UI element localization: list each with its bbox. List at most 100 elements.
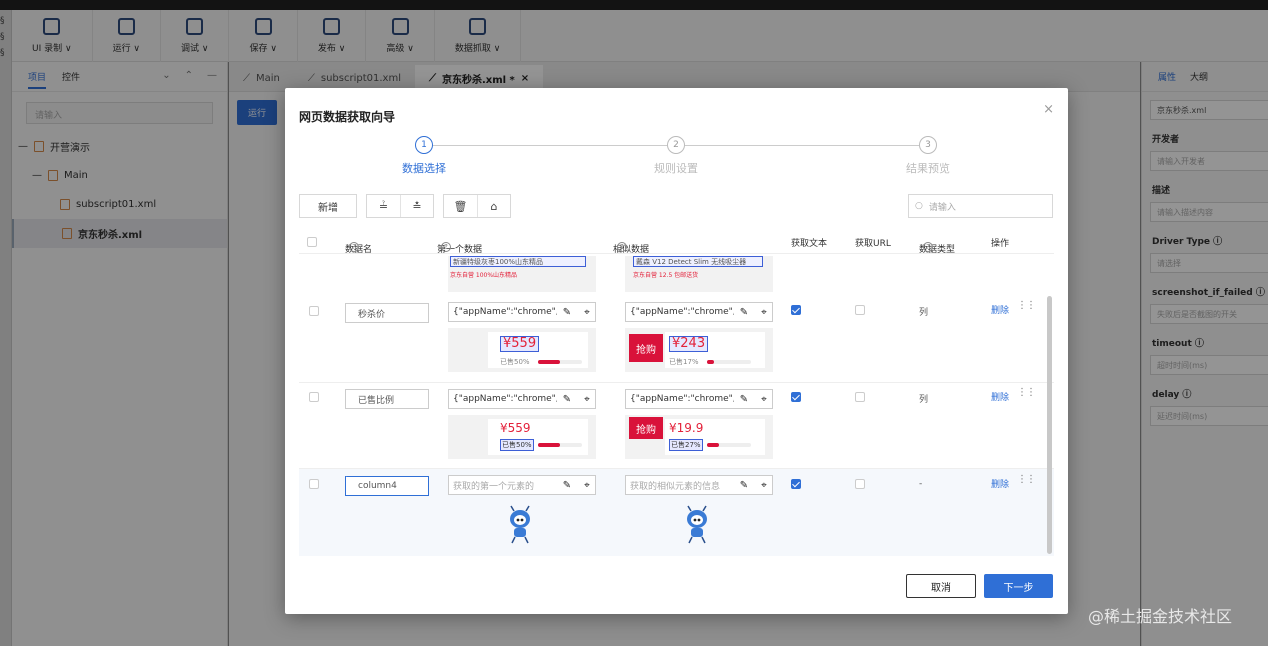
trash-icon[interactable]: 🗑 <box>444 195 477 217</box>
data-name-input[interactable]: 已售比例 <box>345 389 429 409</box>
drag-handle-icon[interactable]: ⋮⋮ <box>1017 474 1036 485</box>
product-card: ¥243 已售17% <box>665 332 765 368</box>
similar-data-preview: 戴森 V12 Detect Slim 无线吸尘器 京东自营 12.5 包邮送货 <box>625 256 773 292</box>
add-row-button[interactable]: 新增 <box>299 194 357 218</box>
clear-icon[interactable]: ⌂ <box>477 195 510 217</box>
delete-link[interactable]: 删除 <box>991 390 1009 403</box>
preview-subtitle: 京东自营 12.5 包邮送货 <box>633 272 699 279</box>
drag-handle-icon[interactable]: ⋮⋮ <box>1017 387 1036 398</box>
row-checkbox[interactable] <box>309 479 319 489</box>
preview-subtitle: 京东自营 100%山东精品 <box>450 272 518 279</box>
similar-data-input[interactable]: 获取的相似元素的信息 ✎ ⌖ <box>625 475 773 495</box>
edit-icon[interactable]: ✎ <box>559 478 575 492</box>
similar-data-placeholder: 获取的相似元素的信息 <box>630 481 721 492</box>
sold-label: 已售50% <box>500 439 534 451</box>
first-data-input[interactable]: 获取的第一个元素的 ✎ ⌖ <box>448 475 596 495</box>
help-icon[interactable]: ? <box>441 242 451 252</box>
edit-icon[interactable]: ✎ <box>736 478 752 492</box>
wizard-steps: 1 2 3 数据选择 规则设置 结果预览 <box>285 136 1068 176</box>
dialog-title: 网页数据获取向导 <box>299 110 396 124</box>
move-up-icon[interactable]: ≟ <box>367 195 400 217</box>
search-icon: ○ <box>915 201 923 211</box>
similar-data-input[interactable]: {"appName":"chrome", ✎ ⌖ <box>625 389 773 409</box>
dialog-search-input[interactable]: ○ 请输入 <box>908 194 1053 218</box>
crosshair-icon[interactable]: ⌖ <box>756 305 772 319</box>
table-row: 秒杀价 {"appName":"chrome", ✎ ⌖ {"appName":… <box>299 296 1054 383</box>
first-data-preview: 新疆特级灰枣100%山东精品 京东自营 100%山东精品 <box>448 256 596 292</box>
row-checkbox[interactable] <box>309 306 319 316</box>
cancel-button[interactable]: 取消 <box>906 574 976 598</box>
row-checkbox[interactable] <box>309 392 319 402</box>
table-row-partial: 新疆特级灰枣100%山东精品 京东自营 100%山东精品 戴森 V12 Dete… <box>299 256 1054 296</box>
first-data-value: {"appName":"chrome", <box>453 394 557 404</box>
drag-handle-icon[interactable]: ⋮⋮ <box>1017 300 1036 311</box>
delete-link[interactable]: 删除 <box>991 303 1009 316</box>
crosshair-icon[interactable]: ⌖ <box>756 478 772 492</box>
progress-bar <box>707 443 751 447</box>
get-text-checkbox[interactable] <box>791 305 801 315</box>
progress-fill <box>538 443 560 447</box>
step-2-circle: 2 <box>667 136 685 154</box>
get-url-checkbox[interactable] <box>855 479 865 489</box>
edit-icon[interactable]: ✎ <box>559 392 575 406</box>
first-data-input[interactable]: {"appName":"chrome", ✎ ⌖ <box>448 389 596 409</box>
search-placeholder: 请输入 <box>928 202 956 213</box>
preview-title: 新疆特级灰枣100%山东精品 <box>450 256 586 267</box>
step-line <box>433 145 667 146</box>
price-label: ¥559 <box>500 421 531 435</box>
table-body: 新疆特级灰枣100%山东精品 京东自营 100%山东精品 戴森 V12 Dete… <box>299 256 1054 556</box>
close-icon[interactable]: × <box>1043 102 1054 117</box>
sold-label: 已售27% <box>669 439 703 451</box>
data-type-value: 列 <box>919 395 929 405</box>
col-get-url: 获取URL <box>855 239 891 249</box>
first-data-preview: ¥559 已售50% <box>448 328 596 372</box>
step-1-label: 数据选择 <box>402 162 446 175</box>
step-line <box>685 145 919 146</box>
sold-label: 已售50% <box>500 358 530 366</box>
robot-mascot-icon <box>687 505 707 544</box>
get-url-checkbox[interactable] <box>855 305 865 315</box>
preview-title: 戴森 V12 Detect Slim 无线吸尘器 <box>633 256 763 267</box>
action-button-group: 🗑 ⌂ <box>443 194 511 218</box>
data-name-input[interactable]: column4 <box>345 476 429 496</box>
promo-tag: 抢购 <box>629 417 663 439</box>
delete-link[interactable]: 删除 <box>991 477 1009 490</box>
help-icon[interactable]: ? <box>617 242 627 252</box>
first-data-value: {"appName":"chrome", <box>453 307 557 317</box>
select-all-checkbox[interactable] <box>307 237 317 247</box>
edit-icon[interactable]: ✎ <box>736 392 752 406</box>
watermark: @稀土掘金技术社区 <box>1088 607 1233 626</box>
col-get-text: 获取文本 <box>791 239 828 249</box>
progress-bar <box>707 360 751 364</box>
get-text-checkbox[interactable] <box>791 392 801 402</box>
first-data-input[interactable]: {"appName":"chrome", ✎ ⌖ <box>448 302 596 322</box>
table-scrollbar[interactable] <box>1047 296 1052 554</box>
help-icon[interactable]: ? <box>349 242 359 252</box>
crosshair-icon[interactable]: ⌖ <box>756 392 772 406</box>
data-name-input[interactable]: 秒杀价 <box>345 303 429 323</box>
help-icon[interactable]: ? <box>923 242 933 252</box>
product-card: ¥19.9 已售27% <box>665 419 765 455</box>
app-window: § § § UI 录制 ∨ 运行 ∨ 调试 ∨ 保存 ∨ 发布 ∨ 高级 ∨ 数… <box>0 0 1268 646</box>
first-data-preview: ¥559 已售50% <box>448 415 596 459</box>
similar-data-input[interactable]: {"appName":"chrome", ✎ ⌖ <box>625 302 773 322</box>
next-step-button[interactable]: 下一步 <box>984 574 1053 598</box>
robot-mascot-icon <box>510 505 530 544</box>
crosshair-icon[interactable]: ⌖ <box>579 392 595 406</box>
progress-bar <box>538 443 582 447</box>
step-2-label: 规则设置 <box>654 162 698 175</box>
data-type-value: - <box>919 479 923 489</box>
price-label: ¥243 <box>669 336 709 352</box>
crosshair-icon[interactable]: ⌖ <box>579 305 595 319</box>
move-down-icon[interactable]: ≛ <box>400 195 433 217</box>
edit-icon[interactable]: ✎ <box>559 305 575 319</box>
data-wizard-dialog: 网页数据获取向导 × 1 2 3 数据选择 规则设置 结果预览 新增 ≟ ≛ 🗑… <box>285 88 1068 614</box>
edit-icon[interactable]: ✎ <box>736 305 752 319</box>
get-text-checkbox[interactable] <box>791 479 801 489</box>
sold-label: 已售17% <box>669 358 699 366</box>
price-label: ¥559 <box>500 336 540 352</box>
crosshair-icon[interactable]: ⌖ <box>579 478 595 492</box>
get-url-checkbox[interactable] <box>855 392 865 402</box>
table-row: column4 获取的第一个元素的 ✎ ⌖ 获取的相似元素的信息 ✎ ⌖ - 删… <box>299 469 1054 556</box>
similar-data-preview: 抢购 ¥19.9 已售27% <box>625 415 773 459</box>
